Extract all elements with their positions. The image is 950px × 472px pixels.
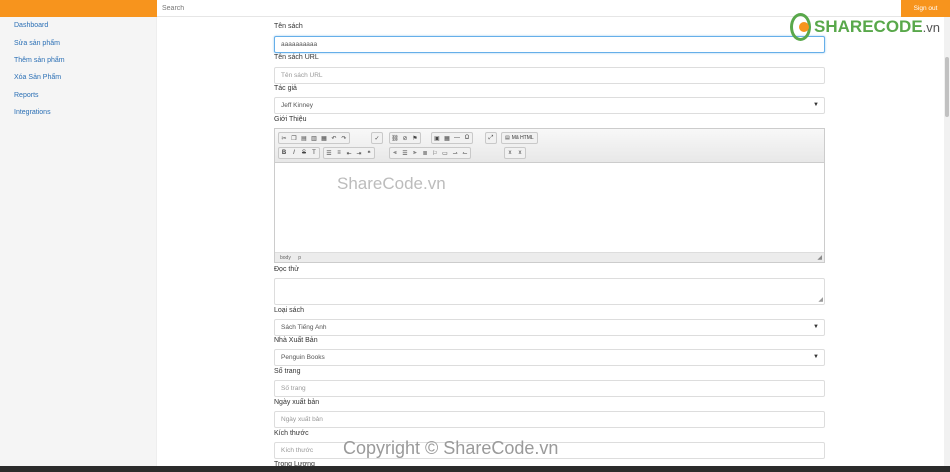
- book-url-input[interactable]: [274, 67, 825, 84]
- indent-icon[interactable]: ⇥: [354, 148, 364, 158]
- rich-text-editor[interactable]: ✂ ❐ ▤ ▥ ▦ ↶ ↷ ✓ ⛓ ⊘ ⚑ ▣ ▦ ― Ω ⤢ ▤ Mã HTM…: [274, 128, 825, 263]
- toolbar-group-insert: ▣ ▦ ― Ω: [431, 132, 473, 144]
- align-right-icon[interactable]: ⫸: [410, 148, 420, 158]
- maximize-icon[interactable]: ⤢: [486, 133, 496, 143]
- sidebar-item-add-product[interactable]: Thêm sản phẩm: [14, 57, 65, 64]
- book-name-input[interactable]: [274, 36, 825, 53]
- paste-text-icon[interactable]: ▥: [309, 133, 319, 143]
- pages-input[interactable]: [274, 380, 825, 397]
- preview-label: Đọc thử: [274, 266, 299, 273]
- div-icon[interactable]: ▭: [440, 148, 450, 158]
- preview-textarea[interactable]: ◢: [274, 278, 825, 305]
- bold-icon[interactable]: B: [279, 148, 289, 158]
- logo-icon: [790, 13, 812, 41]
- align-left-icon[interactable]: ⫷: [390, 148, 400, 158]
- book-url-label: Tên sách URL: [274, 54, 319, 61]
- unlink-icon[interactable]: ⊘: [400, 133, 410, 143]
- category-label: Loại sách: [274, 307, 304, 314]
- paste-word-icon[interactable]: ▦: [319, 133, 329, 143]
- numbered-list-icon[interactable]: ☰: [324, 148, 334, 158]
- cut-icon[interactable]: ✂: [279, 133, 289, 143]
- horizontal-rule-icon[interactable]: ―: [452, 133, 462, 143]
- editor-toolbar: ✂ ❐ ▤ ▥ ▦ ↶ ↷ ✓ ⛓ ⊘ ⚑ ▣ ▦ ― Ω ⤢ ▤ Mã HTM…: [275, 129, 824, 163]
- undo-icon[interactable]: ↶: [329, 133, 339, 143]
- toolbar-group-links: ⛓ ⊘ ⚑: [389, 132, 421, 144]
- chevron-down-icon: ▼: [813, 102, 819, 108]
- resize-handle-icon[interactable]: ◢: [818, 296, 823, 303]
- status-tag-p[interactable]: p: [298, 255, 301, 261]
- author-selected: Jeff Kinney: [281, 102, 314, 109]
- source-label: Mã HTML: [511, 135, 534, 141]
- main-form: Tên sách Tên sách URL Tác giả Jeff Kinne…: [157, 17, 950, 472]
- toolbar-group-align: ⫷ ☰ ⫸ ≣ ⚐ ▭ ⇀ ↼: [389, 147, 471, 159]
- link-icon[interactable]: ⛓: [390, 133, 400, 143]
- source-icon: ▤: [505, 135, 510, 141]
- redo-icon[interactable]: ↷: [339, 133, 349, 143]
- blockquote-icon[interactable]: ❝: [364, 148, 374, 158]
- page-scrollbar[interactable]: [944, 17, 950, 472]
- watermark-center: ShareCode.vn: [337, 174, 446, 193]
- toolbar-group-tools: ⤢: [485, 132, 497, 144]
- publish-date-input[interactable]: [274, 411, 825, 428]
- image-icon[interactable]: ▣: [432, 133, 442, 143]
- toolbar-group-clipboard: ✂ ❐ ▤ ▥ ▦ ↶ ↷: [278, 132, 350, 144]
- paste-icon[interactable]: ▤: [299, 133, 309, 143]
- superscript-icon[interactable]: x: [515, 148, 525, 158]
- language-icon[interactable]: ⚐: [430, 148, 440, 158]
- toolbar-group-styles: x x: [504, 147, 526, 159]
- toolbar-group-find: ✓: [371, 132, 383, 144]
- sidebar-item-integrations[interactable]: Integrations: [14, 109, 51, 116]
- sidebar-item-delete-product[interactable]: Xóa Sản Phẩm: [14, 74, 61, 81]
- toolbar-group-basicstyles: B I S T: [278, 147, 320, 159]
- publisher-select[interactable]: Penguin Books ▼: [274, 349, 825, 366]
- publisher-selected: Penguin Books: [281, 354, 325, 361]
- watermark-copyright: Copyright © ShareCode.vn: [343, 438, 559, 458]
- scrollbar-thumb[interactable]: [945, 57, 949, 117]
- sidebar-item-dashboard[interactable]: Dashboard: [14, 22, 48, 29]
- publisher-label: Nhà Xuất Bản: [274, 337, 318, 344]
- remove-format-icon[interactable]: T: [309, 148, 319, 158]
- os-taskbar: [0, 466, 950, 472]
- source-button[interactable]: ▤ Mã HTML: [502, 135, 537, 141]
- publish-date-label: Ngày xuất bản: [274, 399, 320, 406]
- logo-domain: .vn: [922, 20, 940, 35]
- sidebar-item-reports[interactable]: Reports: [14, 92, 39, 99]
- rtl-icon[interactable]: ↼: [460, 148, 470, 158]
- logo-text: SHARECODE.vn: [814, 17, 940, 37]
- editor-status-bar: body p: [275, 252, 824, 262]
- table-icon[interactable]: ▦: [442, 133, 452, 143]
- subscript-icon[interactable]: x: [505, 148, 515, 158]
- book-name-label: Tên sách: [274, 23, 303, 30]
- pages-label: Số trang: [274, 368, 301, 375]
- resize-handle-icon[interactable]: ◢: [817, 254, 822, 261]
- bulleted-list-icon[interactable]: ≡: [334, 148, 344, 158]
- size-label: Kích thước: [274, 430, 309, 437]
- author-label: Tác giả: [274, 85, 297, 92]
- category-select[interactable]: Sách Tiếng Anh ▼: [274, 319, 825, 336]
- category-selected: Sách Tiếng Anh: [281, 324, 327, 331]
- status-tag-body[interactable]: body: [280, 255, 291, 261]
- align-center-icon[interactable]: ☰: [400, 148, 410, 158]
- outdent-icon[interactable]: ⇤: [344, 148, 354, 158]
- sharecode-logo: SHARECODE.vn: [790, 11, 940, 43]
- intro-label: Giới Thiệu: [274, 116, 307, 123]
- sidebar-item-edit-product[interactable]: Sửa sản phẩm: [14, 40, 60, 47]
- spellcheck-icon[interactable]: ✓: [372, 133, 382, 143]
- strike-icon[interactable]: S: [299, 148, 309, 158]
- justify-icon[interactable]: ≣: [420, 148, 430, 158]
- ltr-icon[interactable]: ⇀: [450, 148, 460, 158]
- special-char-icon[interactable]: Ω: [462, 133, 472, 143]
- author-select[interactable]: Jeff Kinney ▼: [274, 97, 825, 114]
- toolbar-group-paragraph: ☰ ≡ ⇤ ⇥ ❝: [323, 147, 375, 159]
- sidebar: Dashboard Sửa sản phẩm Thêm sản phẩm Xóa…: [0, 17, 157, 472]
- copy-icon[interactable]: ❐: [289, 133, 299, 143]
- italic-icon[interactable]: I: [289, 148, 299, 158]
- chevron-down-icon: ▼: [813, 354, 819, 360]
- chevron-down-icon: ▼: [813, 324, 819, 330]
- anchor-icon[interactable]: ⚑: [410, 133, 420, 143]
- toolbar-group-source: ▤ Mã HTML: [501, 132, 538, 144]
- logo-name: SHARECODE: [814, 17, 923, 36]
- brand-area: [0, 0, 157, 17]
